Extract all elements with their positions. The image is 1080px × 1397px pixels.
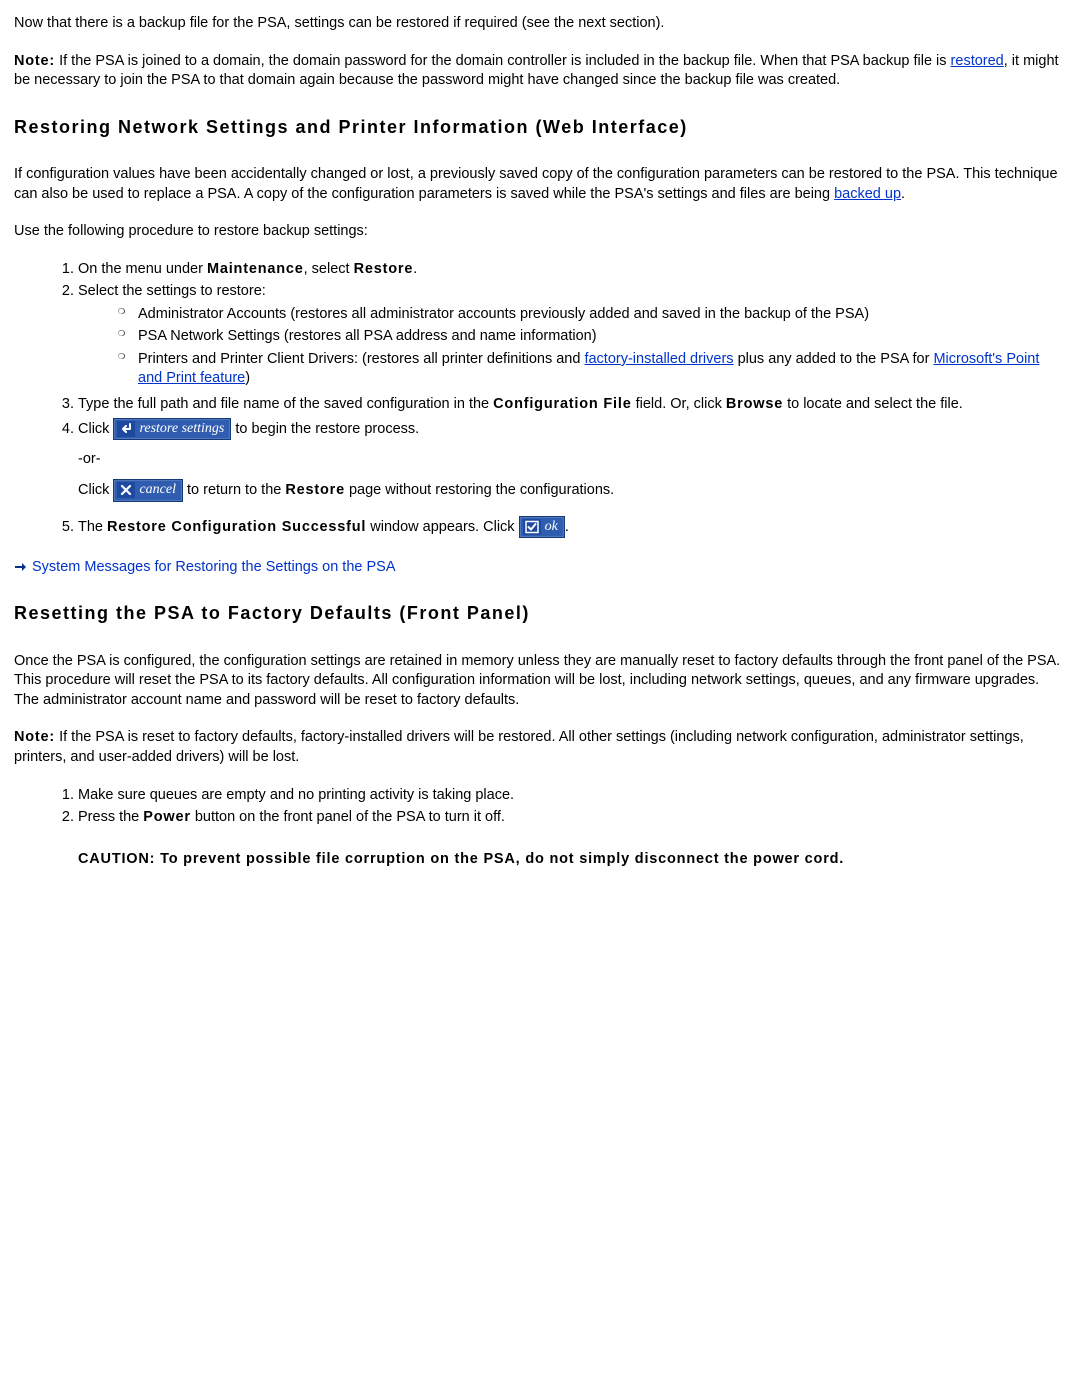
or-text: -or-: [78, 450, 1066, 470]
reset-step-1: Make sure queues are empty and no printi…: [78, 786, 1066, 806]
note-label-2: Note:: [14, 729, 55, 745]
note-label: Note:: [14, 53, 55, 69]
link-backed-up[interactable]: backed up: [834, 186, 901, 202]
restoring-intro-b: .: [901, 186, 905, 202]
system-messages-link-row: System Messages for Restoring the Settin…: [14, 558, 1066, 578]
link-factory-drivers[interactable]: factory-installed drivers: [584, 351, 733, 367]
opt-printers: Printers and Printer Client Drivers: (re…: [138, 350, 1066, 389]
restore-steps: On the menu under Maintenance, select Re…: [14, 260, 1066, 538]
heading-resetting: Resetting the PSA to Factory Defaults (F…: [14, 601, 1066, 625]
link-system-messages[interactable]: System Messages for Restoring the Settin…: [32, 559, 395, 575]
step-4-cancel: Click cancel to return to the Restore pa…: [78, 479, 1066, 501]
note-domain: Note: If the PSA is joined to a domain, …: [14, 52, 1066, 91]
restoring-intro: If configuration values have been accide…: [14, 165, 1066, 204]
ok-button[interactable]: ok: [519, 516, 565, 538]
note-text-a: If the PSA is joined to a domain, the do…: [55, 53, 950, 69]
reset-step-2: Press the Power button on the front pane…: [78, 808, 1066, 869]
reset-steps: Make sure queues are empty and no printi…: [14, 786, 1066, 870]
opt-admin-accounts: Administrator Accounts (restores all adm…: [138, 305, 1066, 325]
heading-restoring: Restoring Network Settings and Printer I…: [14, 115, 1066, 139]
use-procedure: Use the following procedure to restore b…: [14, 222, 1066, 242]
note-reset: Note: If the PSA is reset to factory def…: [14, 728, 1066, 767]
step-3: Type the full path and file name of the …: [78, 395, 1066, 415]
reset-intro: Once the PSA is configured, the configur…: [14, 652, 1066, 711]
note-reset-body: If the PSA is reset to factory defaults,…: [14, 729, 1024, 765]
cancel-button[interactable]: cancel: [113, 479, 183, 501]
opt-network-settings: PSA Network Settings (restores all PSA a…: [138, 327, 1066, 347]
restore-options: Administrator Accounts (restores all adm…: [78, 305, 1066, 389]
step-1: On the menu under Maintenance, select Re…: [78, 260, 1066, 280]
check-icon: [523, 519, 541, 535]
step-5: The Restore Configuration Successful win…: [78, 516, 1066, 538]
step-2: Select the settings to restore: Administ…: [78, 282, 1066, 389]
intro-paragraph: Now that there is a backup file for the …: [14, 14, 1066, 34]
enter-icon: [117, 421, 135, 437]
restore-settings-button[interactable]: restore settings: [113, 418, 231, 440]
caution-text: CAUTION: To prevent possible file corrup…: [78, 850, 1066, 870]
step-4: Click restore settings to begin the rest…: [78, 418, 1066, 502]
close-icon: [117, 482, 135, 498]
link-restored[interactable]: restored: [951, 53, 1004, 69]
arrow-right-icon: [14, 561, 28, 573]
